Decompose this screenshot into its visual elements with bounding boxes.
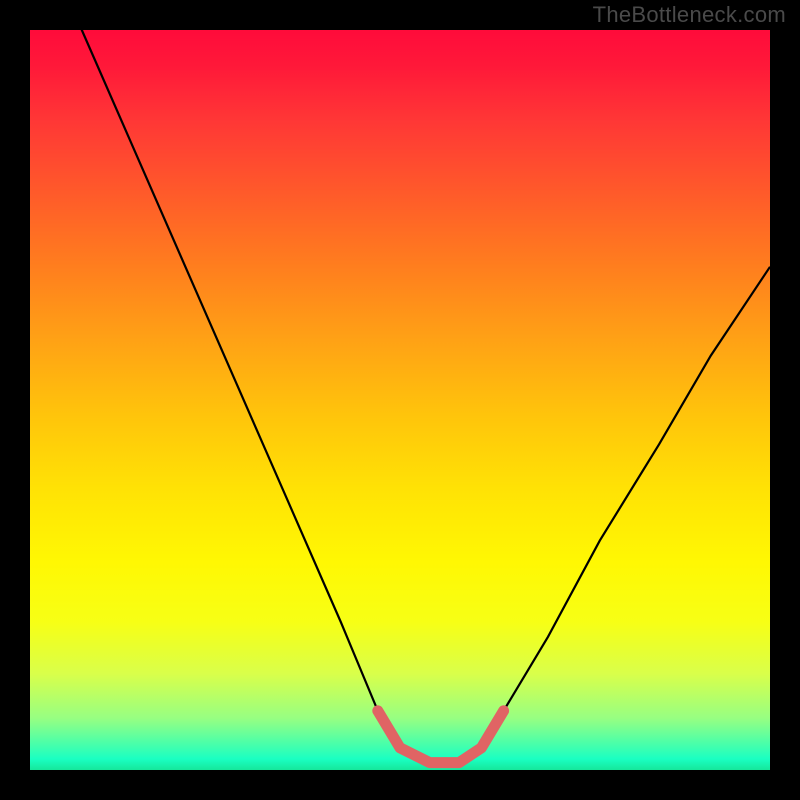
highlight-band-path: [378, 711, 504, 763]
chart-plot-area: [30, 30, 770, 770]
chart-svg: [30, 30, 770, 770]
watermark-text: TheBottleneck.com: [593, 2, 786, 28]
main-curve-path: [30, 30, 770, 763]
